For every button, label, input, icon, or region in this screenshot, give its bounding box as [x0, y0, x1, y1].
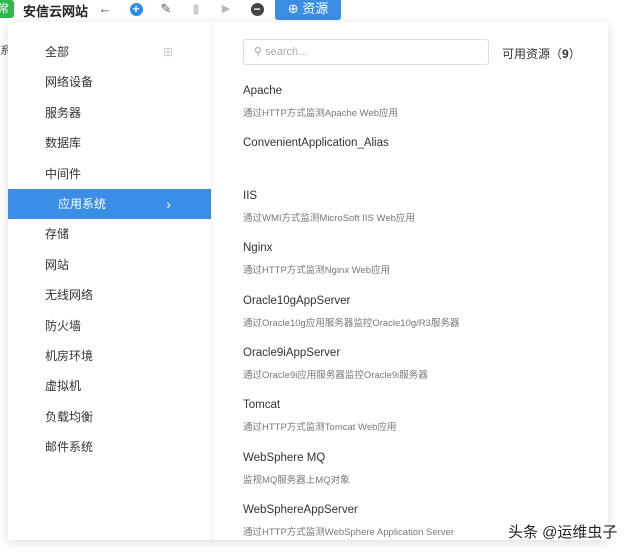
category-label: 存储: [45, 227, 70, 242]
available-count: 可用资源（9）: [502, 47, 581, 61]
category-label: 无线网络: [45, 288, 94, 303]
category-list: 全部 ⊞ 网络设备服务器数据库中间件应用系统 › 存储网站无线网络防火墙机房环境虚拟机负…: [8, 22, 212, 540]
toolbar: 常 安信云网站 ← + ✎ ▮ ▶ − ⊕ 资源: [0, 0, 640, 22]
resource-name: ConvenientApplication_Alias: [243, 137, 389, 150]
chevron-right-icon: ›: [166, 195, 171, 212]
grid-icon[interactable]: ⊞: [163, 37, 173, 67]
category-label: 防火墙: [45, 318, 82, 333]
resource-name: Tomcat: [243, 399, 281, 412]
category-label: 中间件: [45, 166, 82, 181]
back-arrow-icon[interactable]: ←: [97, 1, 113, 17]
resource-picker-popup: 全部 ⊞ 网络设备服务器数据库中间件应用系统 › 存储网站无线网络防火墙机房环境虚拟机负…: [8, 22, 608, 540]
watermark: 头条 @运维虫子: [508, 524, 618, 541]
category-item[interactable]: 负载均衡: [8, 402, 211, 432]
resource-description: 通过HTTP方式监测Nginx Web应用: [243, 265, 391, 277]
edit-pencil-icon[interactable]: ✎: [158, 1, 174, 17]
category-label: 服务器: [45, 105, 82, 120]
category-item[interactable]: 虚拟机: [8, 371, 211, 401]
category-item[interactable]: 数据库: [8, 128, 211, 158]
category-item[interactable]: 机房环境: [8, 341, 211, 371]
category-item[interactable]: 中间件: [8, 159, 211, 189]
category-item[interactable]: 服务器: [8, 98, 211, 128]
resource-item[interactable]: Oracle10gAppServer 通过Oracle10g应用服务器监控Orac…: [243, 291, 608, 343]
search-icon: ⚲: [254, 46, 266, 58]
resource-item[interactable]: Oracle9iAppServer 通过Oracle9i应用服务器监控Oracle…: [243, 343, 608, 395]
resource-item[interactable]: WebSphere MQ 监视MQ服务器上MQ对象: [243, 448, 608, 500]
resource-name: IIS: [243, 189, 258, 202]
category-label: 应用系统: [58, 196, 107, 211]
resource-name: WebSphereAppServer: [243, 504, 358, 517]
resource-name: Oracle10gAppServer: [243, 294, 351, 307]
resource-item[interactable]: ConvenientApplication_Alias: [243, 133, 608, 185]
category-label: 数据库: [45, 136, 82, 151]
add-icon[interactable]: +: [128, 1, 144, 17]
resource-description: 通过HTTP方式监测Apache Web应用: [243, 108, 399, 119]
category-item[interactable]: 无线网络: [8, 280, 211, 310]
play-icon[interactable]: ▶: [218, 1, 234, 17]
resource-description: 通过Oracle9i应用服务器监控Oracle9i服务器: [243, 369, 428, 381]
add-resource-button[interactable]: ⊕ 资源: [275, 0, 341, 20]
resource-description: 通过HTTP方式监测Tomcat Web应用: [243, 422, 397, 434]
resource-name: Oracle9iAppServer: [243, 346, 341, 359]
category-label: 机房环境: [45, 348, 94, 363]
resource-item[interactable]: Apache 通过HTTP方式监测Apache Web应用: [243, 81, 608, 133]
plus-circle-icon: ⊕: [287, 1, 303, 16]
category-item[interactable]: 防火墙: [8, 311, 211, 341]
resource-item[interactable]: Nginx 通过HTTP方式监测Nginx Web应用: [243, 238, 608, 290]
resource-name: Nginx: [243, 242, 273, 255]
status-badge: 常: [0, 0, 14, 18]
category-label: 邮件系统: [45, 440, 94, 455]
category-item[interactable]: 邮件系统: [8, 432, 211, 462]
category-label: 网站: [45, 257, 70, 272]
category-item[interactable]: 网络设备: [8, 67, 211, 97]
search-input[interactable]: ⚲ search...: [243, 39, 489, 65]
category-label: 全部: [45, 45, 70, 59]
resource-item[interactable]: Tomcat 通过HTTP方式监测Tomcat Web应用: [243, 395, 608, 447]
page-title: 安信云网站: [23, 4, 89, 19]
category-label: 虚拟机: [45, 379, 82, 394]
resource-description: 监视MQ服务器上MQ对象: [243, 474, 350, 486]
resource-name: Apache: [243, 85, 283, 97]
resource-item[interactable]: IIS 通过WMI方式监测MicroSoft IIS Web应用: [243, 186, 608, 238]
delete-trash-icon[interactable]: ▮: [188, 1, 204, 17]
resource-description: 通过WMI方式监测MicroSoft IIS Web应用: [243, 212, 415, 224]
category-label: 网络设备: [45, 75, 94, 90]
category-item[interactable]: 应用系统 ›: [8, 188, 211, 220]
resource-description: 通过Oracle10g应用服务器监控Oracle10g/R3服务器: [243, 317, 460, 329]
resource-list: Apache 通过HTTP方式监测Apache Web应用 ConvenientAp…: [243, 81, 608, 553]
category-label: 负载均衡: [45, 409, 94, 424]
remove-icon[interactable]: −: [249, 1, 265, 17]
resource-panel: ⚲ search... 可用资源（9） Apache 通过HTTP方式监测Apac…: [212, 22, 608, 540]
resource-name: WebSphere MQ: [243, 451, 326, 464]
category-item[interactable]: 全部 ⊞: [8, 37, 211, 67]
category-item[interactable]: 网站: [8, 250, 211, 280]
category-item[interactable]: 存储: [8, 219, 211, 249]
